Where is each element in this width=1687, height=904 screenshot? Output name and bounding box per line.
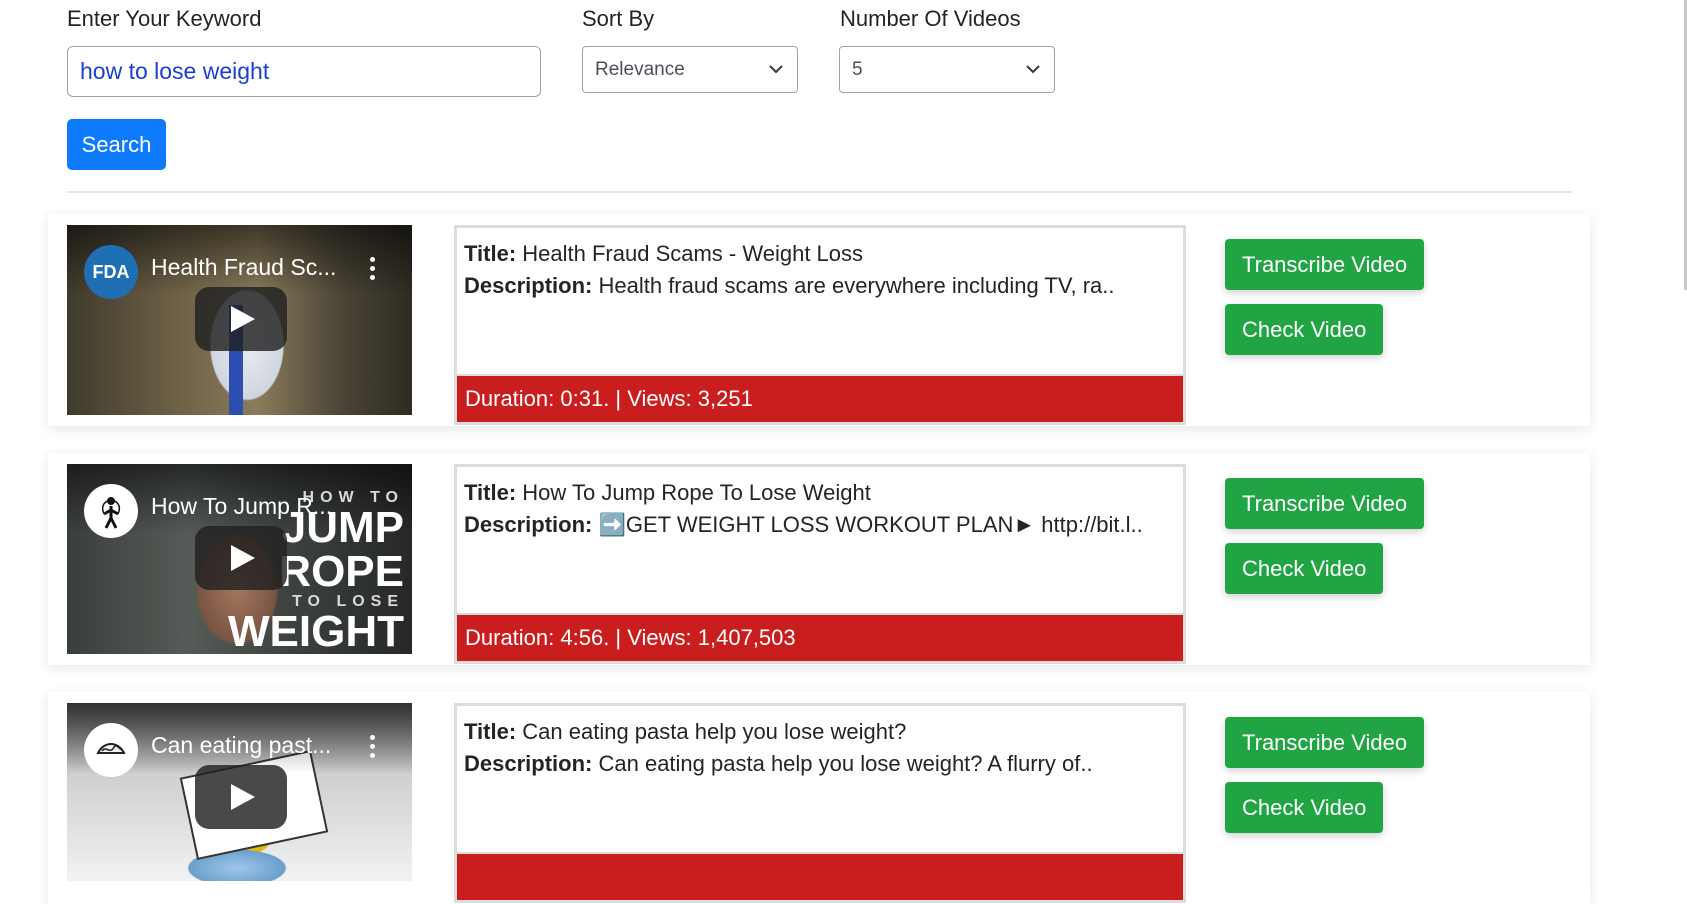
channel-logo: FDA: [84, 245, 138, 299]
count-label: Number Of Videos: [840, 6, 1021, 31]
title-label: Title:: [464, 719, 517, 744]
check-video-button[interactable]: Check Video: [1225, 304, 1384, 355]
chevron-down-icon: [1026, 65, 1040, 74]
video-info: Title: How To Jump Rope To Lose Weight D…: [454, 464, 1186, 616]
check-video-button[interactable]: Check Video: [1225, 782, 1384, 833]
play-icon[interactable]: [195, 765, 287, 829]
search-button[interactable]: Search: [67, 119, 166, 170]
video-thumbnail[interactable]: FDA Health Fraud Sc...: [67, 225, 412, 415]
video-title: Can eating pasta help you lose weight?: [522, 719, 907, 744]
play-icon[interactable]: [195, 526, 287, 590]
video-card: Can eating past... Title: Can eating pas…: [48, 692, 1590, 904]
keyword-label: Enter Your Keyword: [67, 6, 262, 31]
check-video-button[interactable]: Check Video: [1225, 543, 1384, 594]
description-label: Description:: [464, 512, 593, 537]
thumbnail-title: Can eating past...: [151, 732, 332, 758]
title-label: Title:: [464, 241, 517, 266]
divider: [67, 191, 1572, 193]
sort-label: Sort By: [582, 6, 655, 31]
count-select-value: 5: [852, 59, 863, 80]
more-icon[interactable]: [370, 735, 376, 761]
thumbnail-title: Health Fraud Sc...: [151, 254, 337, 280]
video-title: How To Jump Rope To Lose Weight: [522, 480, 871, 505]
video-description: ➡️GET WEIGHT LOSS WORKOUT PLAN► http://b…: [598, 512, 1143, 537]
video-info: Title: Can eating pasta help you lose we…: [454, 703, 1186, 855]
description-label: Description:: [464, 273, 593, 298]
video-card: FDA Health Fraud Sc... Title: Health Fra…: [48, 214, 1590, 426]
video-description: Can eating pasta help you lose weight? A…: [598, 751, 1093, 776]
description-label: Description:: [464, 751, 593, 776]
video-meta: Duration: 0:31. | Views: 3,251: [454, 376, 1186, 425]
video-meta: [454, 854, 1186, 903]
sort-select-value: Relevance: [595, 59, 685, 80]
transcribe-video-button[interactable]: Transcribe Video: [1225, 478, 1425, 529]
video-meta: Duration: 4:56. | Views: 1,407,503: [454, 615, 1186, 664]
video-thumbnail[interactable]: Can eating past...: [67, 703, 412, 881]
sort-select[interactable]: Relevance: [582, 46, 798, 93]
video-title: Health Fraud Scams - Weight Loss: [522, 241, 864, 266]
video-thumbnail[interactable]: HOW TO JUMP ROPE TO LOSE WEIGHT How To J…: [67, 464, 412, 654]
video-card: HOW TO JUMP ROPE TO LOSE WEIGHT How To J…: [48, 453, 1590, 665]
thumbnail-title: How To Jump R...: [151, 493, 333, 519]
channel-logo: [84, 484, 138, 538]
transcribe-video-button[interactable]: Transcribe Video: [1225, 239, 1425, 290]
jump-rope-icon: [101, 497, 121, 529]
keyword-input[interactable]: how to lose weight: [67, 46, 541, 97]
play-icon[interactable]: [195, 287, 287, 351]
transcribe-video-button[interactable]: Transcribe Video: [1225, 717, 1425, 768]
chevron-down-icon: [769, 65, 783, 74]
video-info: Title: Health Fraud Scams - Weight Loss …: [454, 225, 1186, 377]
count-select[interactable]: 5: [839, 46, 1055, 93]
more-icon[interactable]: [370, 257, 376, 283]
channel-logo: [84, 723, 138, 777]
pasta-icon: [96, 743, 126, 754]
video-description: Health fraud scams are everywhere includ…: [598, 273, 1115, 298]
title-label: Title:: [464, 480, 517, 505]
